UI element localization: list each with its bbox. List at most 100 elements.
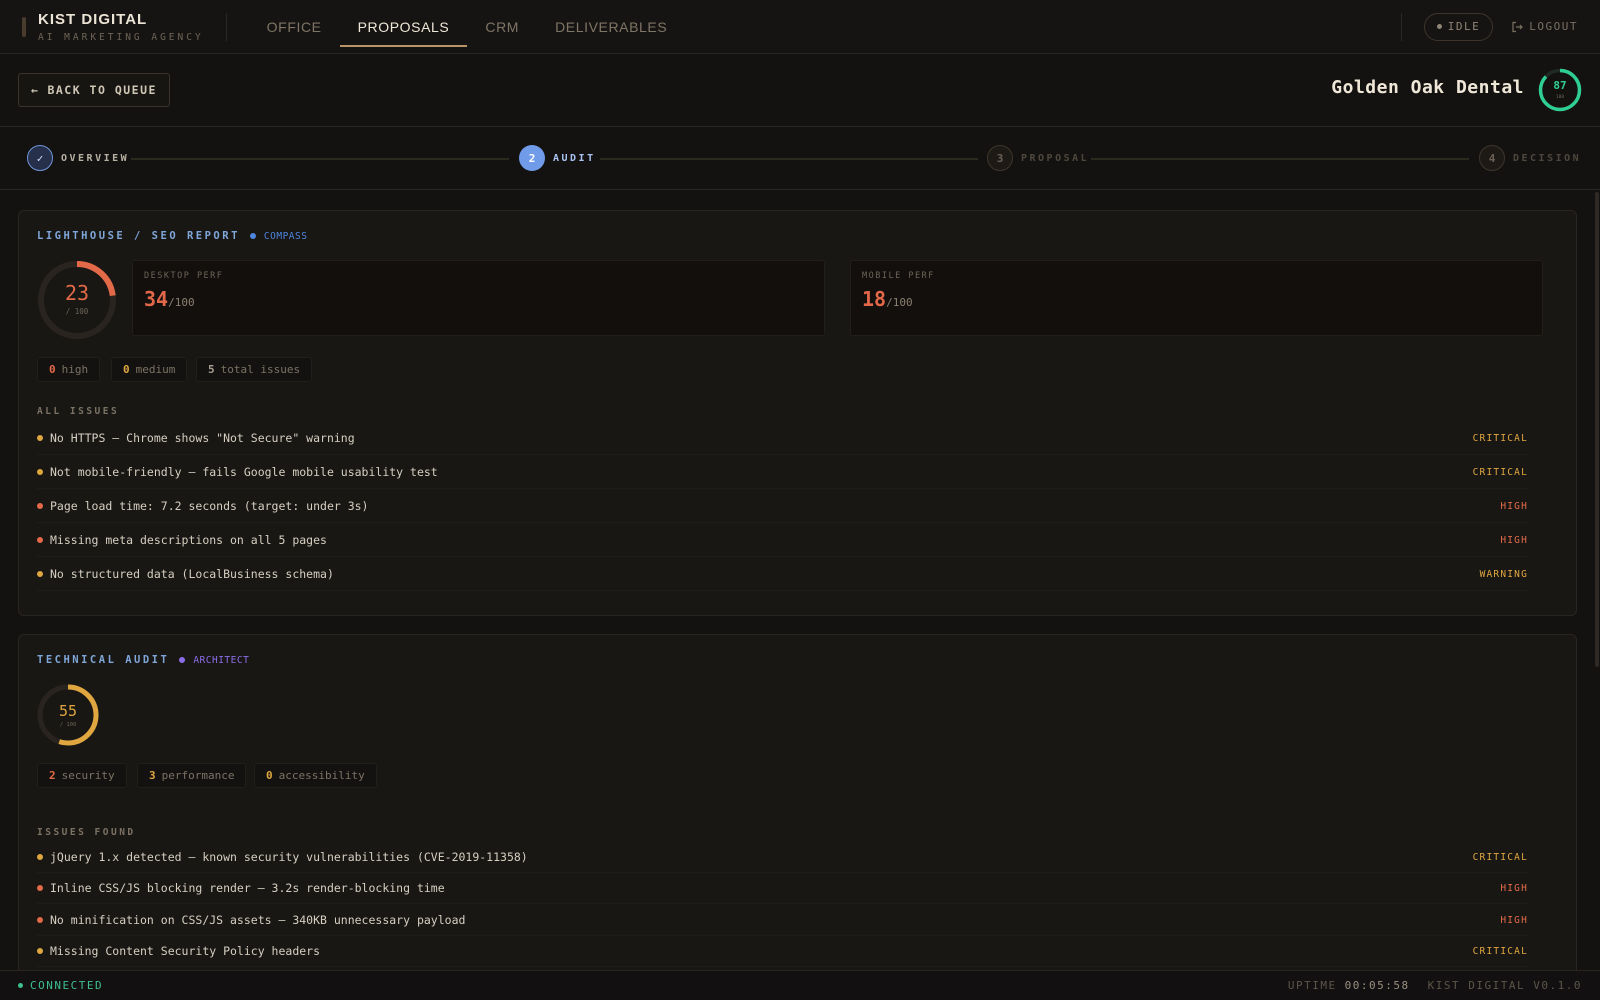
brand-tagline: AI MARKETING AGENCY: [38, 31, 204, 43]
issue-text: Not mobile-friendly — fails Google mobil…: [50, 465, 438, 479]
mobile-perf-box: MOBILE PERF 18/100: [850, 260, 1543, 336]
nav-divider: [225, 12, 227, 41]
issue-row[interactable]: Page load time: 7.2 seconds (target: und…: [37, 490, 1528, 523]
chip-count: 0: [123, 363, 130, 376]
issue-row[interactable]: Missing Content Security Policy headers …: [37, 936, 1528, 967]
issue-text: jQuery 1.x detected — known security vul…: [50, 850, 528, 864]
issue-text: No minification on CSS/JS assets — 340KB…: [50, 913, 466, 927]
status-label: IDLE: [1447, 20, 1481, 33]
seo-score-value: 23: [65, 281, 89, 305]
step-number: 4: [1479, 145, 1505, 171]
step-connector: [600, 158, 978, 160]
issue-row[interactable]: Not mobile-friendly — fails Google mobil…: [37, 456, 1528, 489]
step-label: OVERVIEW: [61, 152, 130, 164]
arrow-left-icon: ←: [31, 83, 40, 97]
agent-dot-icon: [249, 233, 256, 239]
technical-audit-card: TECHNICAL AUDIT ARCHITECT 55 / 100 2 secu…: [18, 634, 1577, 1000]
chip-security: 2 security: [37, 763, 127, 788]
client-score-value: 87: [1553, 79, 1566, 92]
mobile-perf-suffix: /100: [886, 296, 913, 309]
technical-score-ring: 55 / 100: [37, 684, 99, 746]
desktop-perf-box: DESKTOP PERF 34/100: [132, 260, 825, 336]
issue-severity: CRITICAL: [1472, 851, 1528, 863]
chip-label: accessibility: [278, 769, 365, 782]
brand: KIST DIGITAL AI MARKETING AGENCY: [38, 11, 204, 43]
content-scrollbar[interactable]: [1594, 190, 1600, 970]
chip-performance: 3 performance: [137, 763, 247, 788]
back-label: BACK TO QUEUE: [47, 83, 157, 97]
tab-office[interactable]: OFFICE: [249, 0, 340, 54]
technical-score-max: / 100: [60, 722, 77, 728]
issue-severity: HIGH: [1500, 500, 1528, 512]
chip-label: medium: [135, 363, 176, 376]
chip-label: performance: [161, 769, 235, 782]
step-number: 3: [987, 145, 1013, 171]
nav-right: IDLE LOGOUT: [1400, 12, 1578, 41]
chip-accessibility: 0 accessibility: [254, 763, 377, 788]
issue-severity: HIGH: [1500, 914, 1528, 926]
uptime-value: 00:05:58: [1344, 979, 1410, 992]
technical-score-value: 55: [59, 702, 77, 720]
chip-count: 2: [49, 769, 56, 782]
status-bar: CONNECTED UPTIME 00:05:58 KIST DIGITAL V…: [0, 970, 1600, 1000]
seo-score-max: / 100: [66, 307, 89, 316]
section-label: ISSUES FOUND: [37, 827, 136, 838]
seo-score-ring: 23 / 100: [38, 261, 116, 339]
issue-row[interactable]: Inline CSS/JS blocking render — 3.2s ren…: [37, 873, 1528, 904]
status-pill[interactable]: IDLE: [1423, 12, 1494, 41]
issue-text: Page load time: 7.2 seconds (target: und…: [50, 499, 369, 513]
issue-severity: CRITICAL: [1472, 432, 1528, 444]
issue-text: Inline CSS/JS blocking render — 3.2s ren…: [50, 881, 445, 895]
issue-severity: HIGH: [1500, 534, 1528, 546]
issue-row[interactable]: No minification on CSS/JS assets — 340KB…: [37, 905, 1528, 936]
connected-label: CONNECTED: [30, 979, 104, 992]
logout-icon: [1512, 21, 1524, 32]
scrollbar-thumb[interactable]: [1595, 192, 1599, 667]
agent-dot-icon: [179, 657, 186, 663]
chip-high: 0 high: [37, 357, 101, 382]
desktop-perf-number: 34: [144, 287, 169, 311]
connected-dot-icon: [18, 983, 23, 988]
tab-proposals[interactable]: PROPOSALS: [339, 0, 468, 54]
step-decision[interactable]: 4 DECISION: [1479, 145, 1581, 171]
issue-row[interactable]: No HTTPS — Chrome shows "Not Secure" war…: [37, 422, 1528, 455]
step-connector: [1091, 158, 1469, 160]
uptime-label: UPTIME: [1287, 979, 1337, 992]
severity-dot-icon: [37, 854, 43, 860]
issue-row[interactable]: Missing meta descriptions on all 5 pages…: [37, 524, 1528, 557]
issue-row[interactable]: jQuery 1.x detected — known security vul…: [37, 842, 1528, 873]
severity-dot-icon: [37, 571, 43, 577]
step-check-icon: ✓: [27, 145, 53, 171]
step-connector: [131, 158, 509, 160]
issue-row[interactable]: No structured data (LocalBusiness schema…: [37, 558, 1528, 591]
step-label: AUDIT: [553, 152, 596, 164]
severity-dot-icon: [37, 469, 43, 475]
proposal-header: ← BACK TO QUEUE Golden Oak Dental 87 100: [0, 55, 1600, 127]
back-to-queue-button[interactable]: ← BACK TO QUEUE: [18, 73, 170, 107]
agent-name: COMPASS: [263, 230, 308, 242]
chip-label: high: [61, 363, 89, 376]
chip-count: 0: [266, 769, 273, 782]
step-label: DECISION: [1513, 152, 1582, 164]
tab-crm[interactable]: CRM: [467, 0, 537, 54]
section-label: ALL ISSUES: [37, 406, 120, 417]
chip-medium: 0 medium: [111, 357, 188, 382]
chip-count: 0: [49, 363, 56, 376]
step-proposal[interactable]: 3 PROPOSAL: [987, 145, 1089, 171]
connection-status: CONNECTED: [18, 979, 103, 992]
status-dot-icon: [1436, 24, 1442, 29]
nav-divider-right: [1400, 12, 1402, 41]
step-overview[interactable]: ✓ OVERVIEW: [27, 145, 129, 171]
issue-severity: WARNING: [1479, 568, 1528, 580]
chip-total-issues: 5 total issues: [196, 357, 313, 382]
desktop-perf-value: 34/100: [144, 287, 195, 311]
tab-deliverables[interactable]: DELIVERABLES: [537, 0, 685, 54]
issue-severity: CRITICAL: [1472, 945, 1528, 957]
logout-button[interactable]: LOGOUT: [1511, 20, 1578, 33]
step-number: 2: [519, 145, 545, 171]
mobile-perf-label: MOBILE PERF: [862, 271, 935, 281]
desktop-perf-suffix: /100: [168, 296, 195, 309]
main-tabs: OFFICE PROPOSALS CRM DELIVERABLES: [249, 0, 686, 54]
brand-accent-bar: [22, 16, 26, 37]
step-audit[interactable]: 2 AUDIT: [519, 145, 596, 171]
